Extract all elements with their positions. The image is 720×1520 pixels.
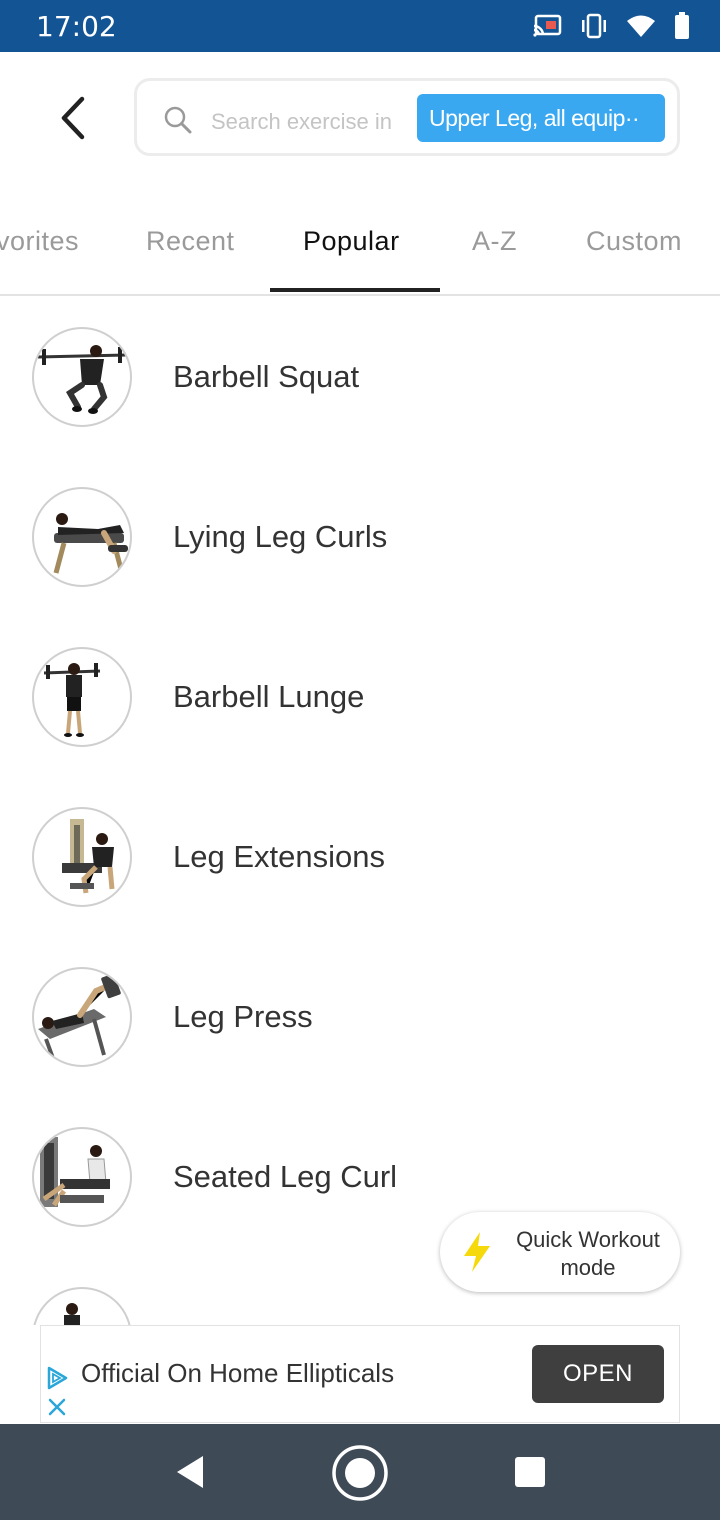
- seated-leg-curl-thumbnail: [32, 1127, 132, 1227]
- list-item[interactable]: Leg Press: [0, 967, 720, 1127]
- vibrate-icon: [580, 13, 608, 39]
- exercise-thumbnail: [32, 1287, 132, 1325]
- status-bar: 17:02: [0, 0, 720, 52]
- exercise-name: Lying Leg Curls: [173, 519, 388, 554]
- leg-press-thumbnail: [32, 967, 132, 1067]
- exercise-name: Barbell Squat: [173, 359, 360, 394]
- ad-choices-icon[interactable]: [45, 1366, 69, 1395]
- back-button[interactable]: [50, 92, 94, 144]
- tab-popular[interactable]: Popular: [303, 226, 400, 257]
- active-tab-indicator: [270, 288, 440, 292]
- quick-workout-label: Quick Workout mode: [516, 1227, 660, 1280]
- cast-icon: [532, 14, 562, 38]
- list-item[interactable]: Barbell Squat: [0, 327, 720, 487]
- system-nav-bar: [0, 1424, 720, 1520]
- nav-home-button[interactable]: [330, 1443, 390, 1503]
- tab-favorites[interactable]: vorites: [0, 226, 79, 257]
- wifi-icon: [626, 14, 656, 38]
- ad-text[interactable]: Official On Home Ellipticals: [81, 1358, 394, 1389]
- nav-recents-button[interactable]: [502, 1444, 558, 1500]
- search-input[interactable]: Search exercise in: [211, 109, 392, 135]
- quick-workout-button[interactable]: Quick Workout mode: [440, 1212, 680, 1292]
- filter-chip[interactable]: Upper Leg, all equip··: [417, 94, 665, 142]
- exercise-name: Barbell Lunge: [173, 679, 365, 714]
- leg-extension-thumbnail: [32, 807, 132, 907]
- list-item[interactable]: Barbell Lunge: [0, 647, 720, 807]
- search-icon: [163, 105, 193, 140]
- lying-leg-curl-thumbnail: [32, 487, 132, 587]
- home-circle-icon: [332, 1445, 388, 1501]
- barbell-lunge-thumbnail: [32, 647, 132, 747]
- tab-custom[interactable]: Custom: [586, 226, 682, 257]
- list-item[interactable]: [0, 1287, 720, 1325]
- exercise-name: Seated Leg Curl: [173, 1159, 398, 1194]
- close-icon[interactable]: [47, 1397, 67, 1422]
- tab-a-z[interactable]: A-Z: [472, 226, 517, 257]
- barbell-squat-thumbnail: [32, 327, 132, 427]
- status-time: 17:02: [36, 10, 117, 43]
- exercise-name: Leg Extensions: [173, 839, 385, 874]
- back-triangle-icon: [177, 1456, 203, 1488]
- chevron-left-icon: [61, 96, 85, 140]
- list-item[interactable]: Lying Leg Curls: [0, 487, 720, 647]
- battery-icon: [674, 12, 690, 40]
- list-item[interactable]: Leg Extensions: [0, 807, 720, 967]
- lightning-icon: [460, 1230, 494, 1279]
- search-box[interactable]: Search exercise in Upper Leg, all equip·…: [134, 78, 680, 156]
- status-icons: [532, 12, 690, 40]
- tab-bar: vorites Recent Popular A-Z Custom: [0, 200, 720, 296]
- ad-banner[interactable]: Official On Home Ellipticals OPEN: [40, 1325, 680, 1423]
- tab-recent[interactable]: Recent: [146, 226, 235, 257]
- recents-square-icon: [515, 1457, 545, 1487]
- nav-back-button[interactable]: [162, 1444, 218, 1500]
- exercise-name: Leg Press: [173, 999, 313, 1034]
- ad-open-button[interactable]: OPEN: [532, 1345, 664, 1403]
